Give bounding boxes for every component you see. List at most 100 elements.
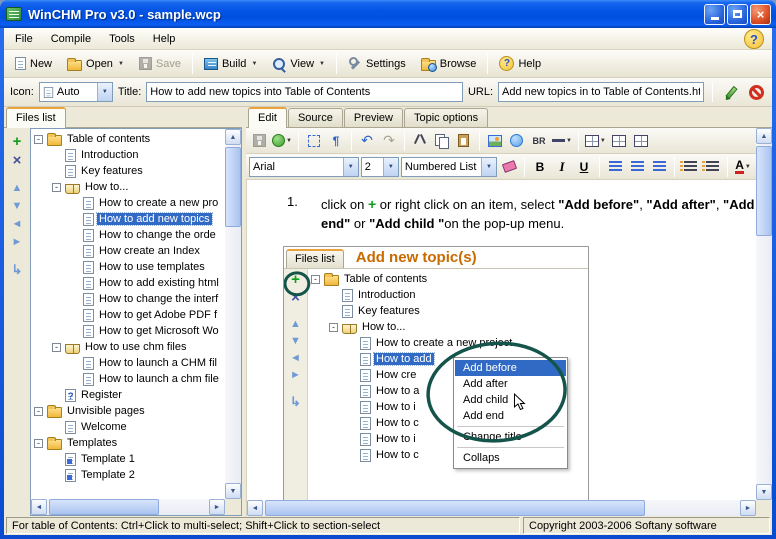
tree-item[interactable]: How to add existing html [31,275,225,291]
tree-item[interactable]: Template 1 [31,451,225,467]
tab-topic-options[interactable]: Topic options [404,108,488,127]
edit-url-button[interactable] [721,82,741,102]
list-style-select[interactable]: Numbered List ▼ [401,157,497,177]
tree-item[interactable]: Key features [31,163,225,179]
build-button[interactable]: Build▼ [197,55,264,73]
assistant-icon[interactable]: ? [744,29,764,49]
move-down-button[interactable]: ▼ [12,201,23,212]
tree-item[interactable]: -Templates [31,435,225,451]
title-bar[interactable]: WinCHM Pro v3.0 - sample.wcp × [0,0,776,28]
publish-button[interactable]: ▼ [271,131,293,151]
tree-item[interactable]: How to launch a chm file [31,371,225,387]
table-rows-button[interactable] [609,131,629,151]
cut-button[interactable] [410,131,430,151]
scroll-left-icon[interactable]: ◄ [247,500,263,516]
icon-select-dropdown-icon[interactable]: ▼ [97,83,112,101]
scroll-thumb[interactable] [265,500,645,516]
scroll-thumb[interactable] [756,146,772,236]
font-color-button[interactable]: A▼ [733,157,753,177]
delete-topic-button[interactable]: × [13,155,22,167]
tree-item[interactable]: How to create a new pro [31,195,225,211]
collapse-icon[interactable]: - [34,135,43,144]
collapse-icon[interactable]: - [34,407,43,416]
tree-item[interactable]: How to change the interf [31,291,225,307]
menu-help[interactable]: Help [144,29,185,49]
ordered-list-button[interactable] [680,157,700,177]
tree-item[interactable]: -Table of contents [31,131,225,147]
font-dropdown-icon[interactable]: ▼ [343,158,358,176]
scroll-down-icon[interactable]: ▼ [756,484,772,500]
help-button[interactable]: ?Help [492,53,548,74]
tree-item[interactable]: Template 2 [31,467,225,483]
scroll-thumb[interactable] [49,499,159,515]
add-topic-button[interactable]: + [13,136,22,148]
move-left-button[interactable]: ◄ [12,219,23,230]
italic-button[interactable]: I [552,157,572,177]
scroll-thumb[interactable] [225,147,241,227]
tree-item[interactable]: How to change the orde [31,227,225,243]
tree-item[interactable]: -Unvisible pages [31,403,225,419]
url-input[interactable] [498,82,704,102]
table-dropdown-icon[interactable]: ▼ [600,138,606,144]
tree-item[interactable]: Introduction [31,147,225,163]
tree-horizontal-scrollbar[interactable]: ◄ ► [31,499,225,515]
tree-item[interactable]: Welcome [31,419,225,435]
underline-button[interactable]: U [574,157,594,177]
scroll-down-icon[interactable]: ▼ [225,483,241,499]
menu-tools[interactable]: Tools [100,29,144,49]
tree-item[interactable]: How to launch a CHM fil [31,355,225,371]
insert-table-button[interactable]: ▼ [584,131,607,151]
icon-select[interactable]: Auto ▼ [39,82,113,102]
editor-content[interactable]: 1. click on + or right click on an item,… [246,180,756,516]
close-button[interactable]: × [750,4,771,25]
minimize-button[interactable] [704,4,725,25]
open-button[interactable]: Open▼ [60,54,131,74]
tree-item[interactable]: How to get Adobe PDF f [31,307,225,323]
insert-image-button[interactable] [485,131,505,151]
save-button[interactable]: Save [132,54,188,73]
tree-item[interactable]: Register [31,387,225,403]
settings-button[interactable]: Settings [341,54,413,74]
list-style-dropdown-icon[interactable]: ▼ [481,158,496,176]
collapse-icon[interactable]: - [52,183,61,192]
new-button[interactable]: New [8,54,59,73]
maximize-button[interactable] [727,4,748,25]
view-button[interactable]: View▼ [265,54,332,74]
editor-save-button[interactable] [249,131,269,151]
remove-url-button[interactable] [746,82,766,102]
undo-button[interactable]: ↶ [357,131,377,151]
remove-format-button[interactable] [499,157,519,177]
align-right-button[interactable] [649,157,669,177]
tree-item[interactable]: -How to use chm files [31,339,225,355]
copy-button[interactable] [432,131,452,151]
redo-button[interactable]: ↷ [379,131,399,151]
hr-dropdown-icon[interactable]: ▼ [566,138,572,144]
move-right-button[interactable]: ► [12,237,23,248]
bullet-list-button[interactable] [702,157,722,177]
select-all-button[interactable] [304,131,324,151]
paste-button[interactable] [454,131,474,151]
tab-files-list[interactable]: Files list [6,107,66,128]
collapse-icon[interactable]: - [52,343,61,352]
tree-item[interactable]: How to use templates [31,259,225,275]
tab-source[interactable]: Source [288,108,343,127]
scroll-up-icon[interactable]: ▲ [225,129,241,145]
font-size-select[interactable]: 2 ▼ [361,157,399,177]
view-dropdown-icon[interactable]: ▼ [319,61,325,67]
add-child-button[interactable]: ↳ [12,264,23,276]
move-up-button[interactable]: ▲ [12,183,23,194]
insert-break-button[interactable]: BR [529,131,549,151]
scroll-left-icon[interactable]: ◄ [31,499,47,515]
open-dropdown-icon[interactable]: ▼ [118,61,124,67]
tab-preview[interactable]: Preview [344,108,403,127]
browse-button[interactable]: Browse [414,54,484,74]
tree-item[interactable]: How create an Index [31,243,225,259]
title-input[interactable] [146,82,463,102]
bold-button[interactable]: B [530,157,550,177]
editor-vertical-scrollbar[interactable]: ▲ ▼ [756,128,772,516]
align-center-button[interactable] [627,157,647,177]
align-left-button[interactable] [605,157,625,177]
publish-dropdown-icon[interactable]: ▼ [286,138,292,144]
scroll-up-icon[interactable]: ▲ [756,128,772,144]
font-size-dropdown-icon[interactable]: ▼ [383,158,398,176]
